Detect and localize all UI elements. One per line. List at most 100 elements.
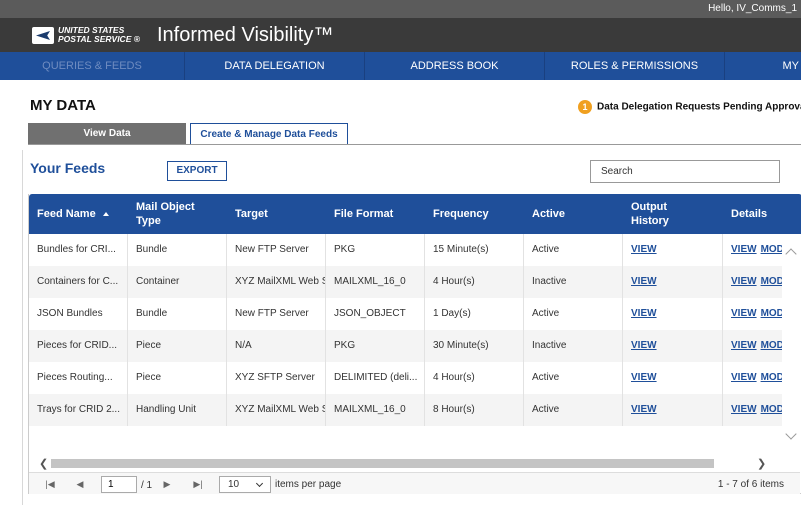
pending-count-badge: 1	[578, 100, 592, 114]
vertical-scrollbar[interactable]	[782, 234, 800, 452]
cell-mail-object-type: Container	[128, 266, 227, 298]
cell-details: VIEW MOD	[723, 266, 782, 298]
col-active[interactable]: Active	[524, 194, 623, 234]
col-feed-name[interactable]: Feed Name	[29, 194, 128, 234]
search-input[interactable]	[590, 160, 780, 183]
table-row[interactable]: Containers for C... Container XYZ MailXML …	[29, 266, 782, 298]
first-page-icon[interactable]: |◀	[39, 476, 61, 493]
cell-active: Active	[524, 394, 623, 426]
col-file-format[interactable]: File Format	[326, 194, 425, 234]
details-modify-link[interactable]: MOD	[757, 244, 782, 255]
scroll-up-icon[interactable]	[785, 248, 797, 260]
logo-line2: POSTAL SERVICE ®	[58, 34, 140, 44]
scroll-down-icon[interactable]	[785, 428, 797, 440]
main-nav: QUERIES & FEEDS DATA DELEGATION ADDRESS …	[0, 52, 801, 80]
horizontal-scrollbar[interactable]: ❮ ❯	[29, 456, 800, 470]
scroll-right-icon[interactable]: ❯	[757, 457, 766, 470]
page-size-select[interactable]: 10	[219, 476, 271, 493]
output-history-view-link[interactable]: VIEW	[623, 234, 723, 266]
cell-target: New FTP Server	[227, 234, 326, 266]
col-output-history[interactable]: Output History	[623, 194, 723, 234]
content-divider	[22, 150, 23, 505]
details-modify-link[interactable]: MOD	[757, 404, 782, 415]
nav-queries-feeds[interactable]: QUERIES & FEEDS	[0, 52, 185, 80]
details-modify-link[interactable]: MOD	[757, 372, 782, 383]
cell-mail-object-type: Bundle	[128, 234, 227, 266]
prev-page-icon[interactable]: ◀	[69, 476, 91, 493]
scroll-left-icon[interactable]: ❮	[39, 457, 48, 470]
cell-file-format: JSON_OBJECT	[326, 298, 425, 330]
next-page-icon[interactable]: ▶	[156, 476, 178, 493]
cell-feed-name: Trays for CRID 2...	[29, 394, 128, 426]
cell-frequency: 15 Minute(s)	[425, 234, 524, 266]
col-frequency[interactable]: Frequency	[425, 194, 524, 234]
cell-frequency: 4 Hour(s)	[425, 362, 524, 394]
cell-target: XYZ SFTP Server	[227, 362, 326, 394]
cell-file-format: MAILXML_16_0	[326, 266, 425, 298]
cell-target: New FTP Server	[227, 298, 326, 330]
output-history-view-link[interactable]: VIEW	[623, 394, 723, 426]
details-view-link[interactable]: VIEW	[731, 276, 757, 287]
cell-feed-name: Pieces for CRID...	[29, 330, 128, 362]
table-row[interactable]: Pieces Routing... Piece XYZ SFTP Server DEL…	[29, 362, 782, 394]
pending-requests-text: Data Delegation Requests Pending Approva…	[597, 101, 801, 113]
cell-frequency: 1 Day(s)	[425, 298, 524, 330]
feeds-title: Your Feeds	[30, 160, 106, 176]
cell-active: Inactive	[524, 330, 623, 362]
table-row[interactable]: Trays for CRID 2... Handling Unit XYZ Mail…	[29, 394, 782, 426]
items-per-page-label: items per page	[275, 479, 342, 490]
details-view-link[interactable]: VIEW	[731, 372, 757, 383]
nav-my[interactable]: MY	[725, 52, 801, 80]
cell-details: VIEW MOD	[723, 330, 782, 362]
output-history-view-link[interactable]: VIEW	[623, 330, 723, 362]
details-view-link[interactable]: VIEW	[731, 340, 757, 351]
pending-requests[interactable]: 1 Data Delegation Requests Pending Approv…	[578, 100, 801, 114]
nav-data-delegation[interactable]: DATA DELEGATION	[185, 52, 365, 80]
col-mail-object-type[interactable]: Mail Object Type	[128, 194, 227, 234]
last-page-icon[interactable]: ▶|	[187, 476, 209, 493]
nav-address-book[interactable]: ADDRESS BOOK	[365, 52, 545, 80]
cell-feed-name: Pieces Routing...	[29, 362, 128, 394]
details-modify-link[interactable]: MOD	[757, 308, 782, 319]
details-view-link[interactable]: VIEW	[731, 404, 757, 415]
cell-active: Active	[524, 298, 623, 330]
cell-mail-object-type: Handling Unit	[128, 394, 227, 426]
tab-view-data[interactable]: View Data	[28, 123, 186, 145]
export-button[interactable]: EXPORT	[167, 161, 227, 181]
details-modify-link[interactable]: MOD	[757, 276, 782, 287]
feeds-grid: Feed Name Mail Object Type Target File Fo…	[28, 194, 801, 494]
cell-active: Active	[524, 362, 623, 394]
cell-target: N/A	[227, 330, 326, 362]
col-details[interactable]: Details	[723, 194, 801, 234]
cell-target: XYZ MailXML Web Se	[227, 266, 326, 298]
grid-header: Feed Name Mail Object Type Target File Fo…	[29, 194, 801, 234]
app-title: Informed Visibility™	[157, 24, 334, 46]
cell-mail-object-type: Piece	[128, 330, 227, 362]
cell-feed-name: Containers for C...	[29, 266, 128, 298]
page-number-input[interactable]	[101, 476, 137, 493]
cell-file-format: PKG	[326, 330, 425, 362]
sort-asc-icon	[102, 212, 109, 216]
col-target[interactable]: Target	[227, 194, 326, 234]
nav-roles-permissions[interactable]: ROLES & PERMISSIONS	[545, 52, 725, 80]
details-modify-link[interactable]: MOD	[757, 340, 782, 351]
scrollbar-thumb[interactable]	[51, 459, 714, 468]
output-history-view-link[interactable]: VIEW	[623, 266, 723, 298]
cell-mail-object-type: Bundle	[128, 298, 227, 330]
user-greeting[interactable]: Hello, IV_Comms_1	[708, 3, 797, 14]
usps-logo[interactable]: UNITED STATES POSTAL SERVICE ®	[32, 26, 140, 46]
top-bar: Hello, IV_Comms_1	[0, 0, 801, 18]
cell-details: VIEW MOD	[723, 298, 782, 330]
table-row[interactable]: Bundles for CRI... Bundle New FTP Server PK…	[29, 234, 782, 266]
table-row[interactable]: Pieces for CRID... Piece N/A PKG 30 Minute(s…	[29, 330, 782, 362]
cell-details: VIEW MOD	[723, 394, 782, 426]
pager: |◀ ◀ / 1 ▶ ▶| 10 items per page 1 - 7 of…	[29, 472, 800, 494]
cell-file-format: MAILXML_16_0	[326, 394, 425, 426]
details-view-link[interactable]: VIEW	[731, 308, 757, 319]
details-view-link[interactable]: VIEW	[731, 244, 757, 255]
output-history-view-link[interactable]: VIEW	[623, 298, 723, 330]
table-row[interactable]: JSON Bundles Bundle New FTP Server JSON_OBJ…	[29, 298, 782, 330]
output-history-view-link[interactable]: VIEW	[623, 362, 723, 394]
cell-details: VIEW MOD	[723, 362, 782, 394]
tab-create-manage-feeds[interactable]: Create & Manage Data Feeds	[190, 123, 348, 145]
